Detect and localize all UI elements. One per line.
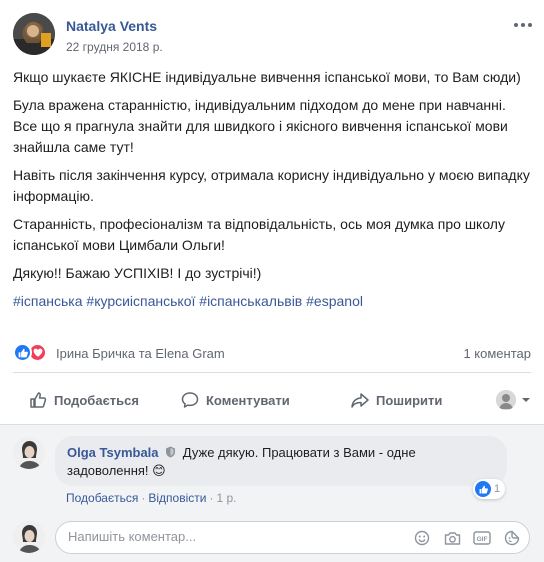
emoji-icon[interactable] — [413, 529, 431, 547]
comment-composer: GIF — [55, 521, 530, 554]
like-reaction-icon — [13, 343, 32, 362]
comment-author[interactable]: Olga Tsymbala — [67, 445, 159, 460]
like-button-label: Подобається — [54, 392, 139, 408]
share-button-label: Поширити — [376, 392, 443, 408]
profile-mini-avatar — [496, 390, 516, 410]
comment-button[interactable]: Коментувати — [181, 381, 290, 419]
sticker-icon[interactable] — [503, 529, 521, 547]
post-paragraph: Старанність, професіоналізм та відповіда… — [13, 216, 505, 253]
comment-content: Olga Tsymbala Дуже дякую. Працювати з Ва… — [55, 436, 507, 488]
share-icon — [351, 393, 369, 408]
comment-count[interactable]: 1 коментар — [463, 346, 531, 361]
comment-reaction-count[interactable]: 1 — [473, 479, 506, 499]
verified-shield-icon — [166, 446, 176, 458]
hashtag-link[interactable]: #іспанська — [13, 293, 83, 309]
reaction-icons[interactable] — [13, 343, 51, 363]
comment-reaction-number: 1 — [494, 483, 501, 495]
reactions-bar: Ірина Бричка та Elena Gram 1 коментар — [13, 342, 533, 364]
like-reaction-icon — [475, 481, 491, 497]
composer-icons: GIF — [413, 529, 521, 547]
more-options-icon[interactable] — [513, 19, 533, 31]
smile-emoji: 😊 — [152, 463, 166, 478]
facebook-post: Natalya Vents 22 грудня 2018 р. Якщо шук… — [0, 0, 544, 562]
comment-input[interactable] — [68, 529, 368, 544]
post-paragraph: Якщо шукаєте ЯКІСНЕ індивідуальне вивчен… — [13, 69, 521, 85]
camera-icon[interactable] — [443, 529, 461, 547]
comment-meta: Подобається · Відповісти · 1 р. — [66, 491, 236, 505]
thumbs-up-icon — [30, 392, 47, 408]
hashtag-link[interactable]: #espanol — [306, 293, 363, 309]
hashtag-link[interactable]: #іспанськальвів — [199, 293, 302, 309]
divider — [13, 372, 531, 373]
like-button[interactable]: Подобається — [29, 381, 139, 419]
comment-age[interactable]: 1 р. — [216, 491, 236, 505]
hashtag-link[interactable]: #курсиіспанської — [86, 293, 195, 309]
commenter-avatar[interactable] — [13, 437, 45, 469]
my-avatar[interactable] — [13, 521, 45, 553]
hashtags: #іспанська #курсиіспанської #іспанськаль… — [13, 291, 533, 312]
separator-dot: · — [141, 491, 146, 505]
separator-dot: · — [209, 491, 214, 505]
post-paragraph: Дякую!! Бажаю УСПІХІВ! І до зустрічі!) — [13, 265, 262, 281]
gif-icon[interactable]: GIF — [473, 529, 491, 547]
comment-like-link[interactable]: Подобається — [66, 491, 138, 505]
svg-text:GIF: GIF — [477, 536, 488, 543]
share-button[interactable]: Поширити — [351, 381, 442, 419]
post-header: Natalya Vents 22 грудня 2018 р. — [13, 13, 533, 57]
comments-section: Olga Tsymbala Дуже дякую. Працювати з Ва… — [0, 424, 544, 562]
post-text: Якщо шукаєте ЯКІСНЕ індивідуальне вивчен… — [13, 67, 533, 319]
post-date[interactable]: 22 грудня 2018 р. — [66, 40, 163, 54]
action-bar: Подобається Коментувати Поширити — [13, 381, 533, 419]
chevron-down-icon — [522, 398, 530, 402]
reaction-profile-selector[interactable] — [496, 390, 531, 410]
author-avatar[interactable] — [13, 13, 55, 55]
comment-button-label: Коментувати — [206, 392, 290, 408]
author-name[interactable]: Natalya Vents — [66, 18, 157, 34]
comment-reply-link[interactable]: Відповісти — [148, 491, 206, 505]
post-paragraph: Навіть після закінчення курсу, отримала … — [13, 167, 530, 204]
post-paragraph: Була вражена старанністю, індивідуальним… — [13, 97, 508, 155]
reaction-names[interactable]: Ірина Бричка та Elena Gram — [56, 346, 225, 361]
comment-icon — [181, 392, 199, 408]
